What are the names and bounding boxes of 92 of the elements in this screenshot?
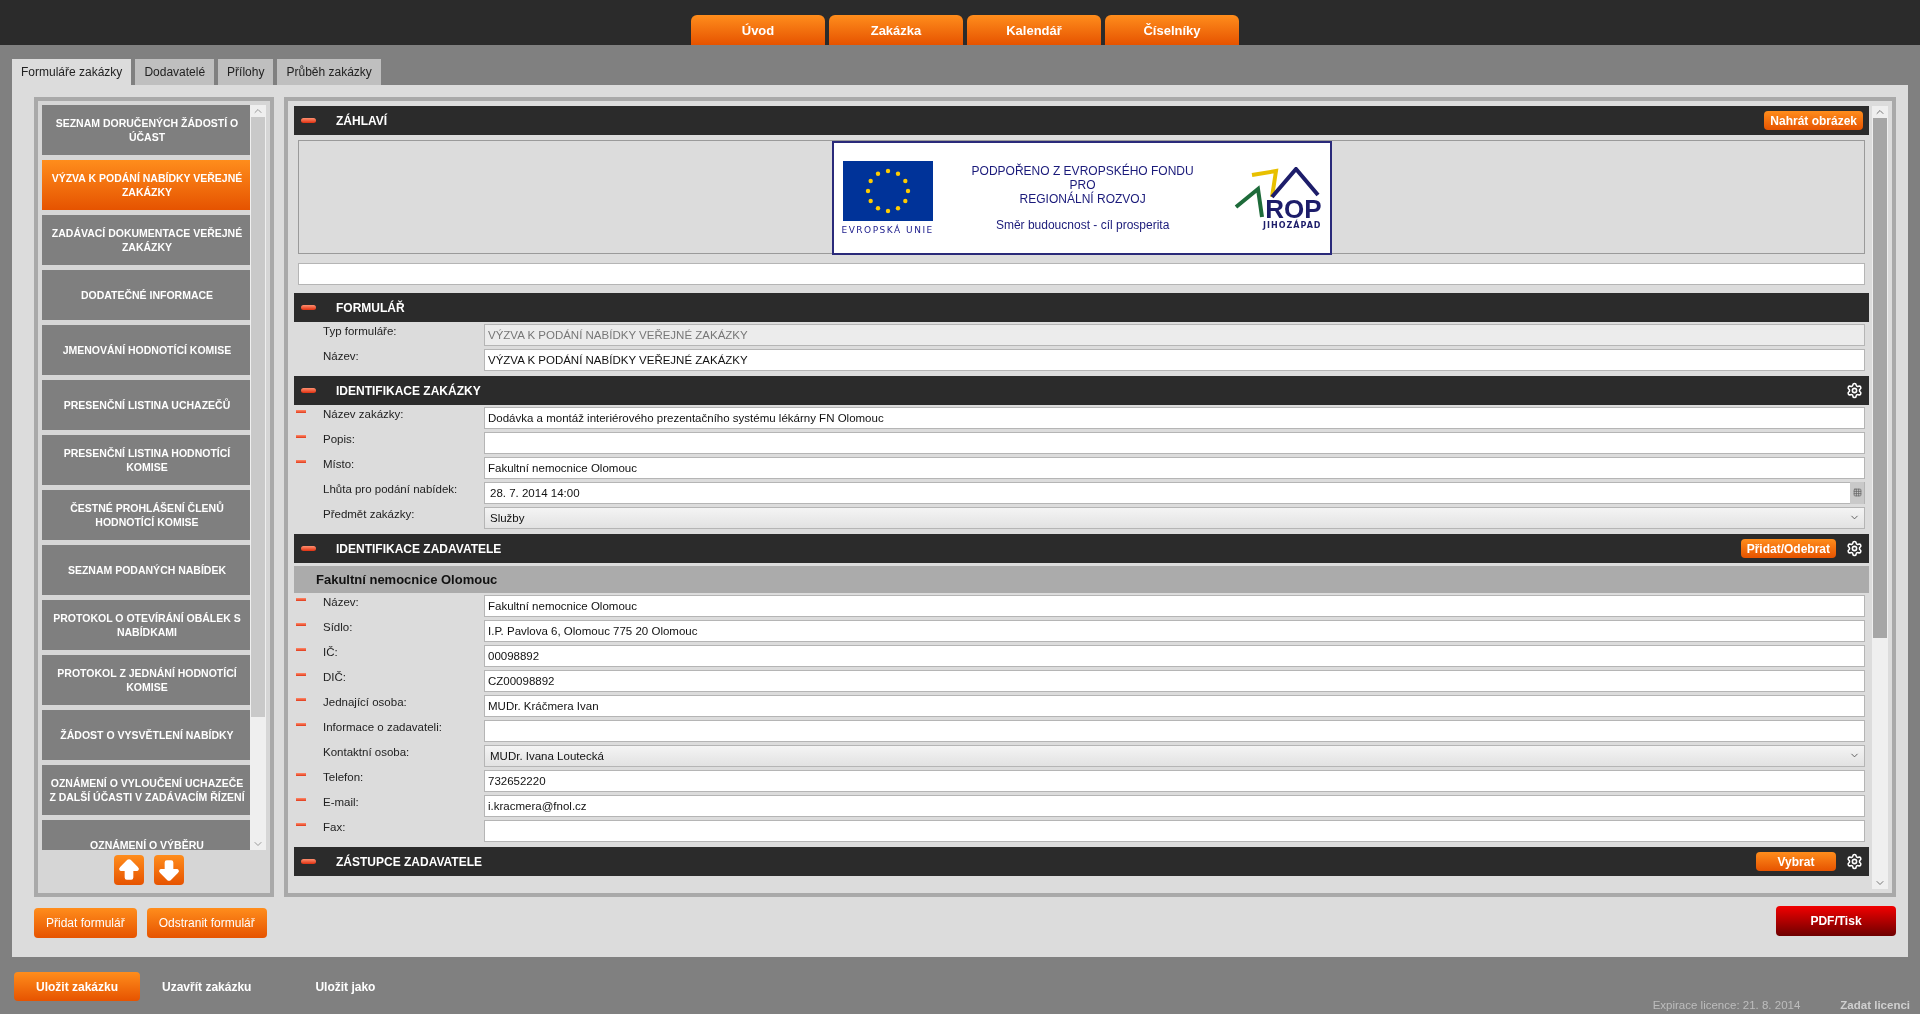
header-button[interactable]: Vybrat (1756, 852, 1836, 871)
nav-button[interactable]: Zakázka (829, 15, 963, 45)
input-field[interactable]: i.kracmera@fnol.cz (484, 794, 1865, 817)
section-title: ZÁSTUPCE ZADAVATELE (336, 854, 483, 869)
subsection-title: Fakultní nemocnice Olomouc (294, 566, 1869, 593)
input-field[interactable]: VÝZVA K PODÁNÍ NABÍDKY VEŘEJNÉ ZAKÁZKY (484, 348, 1865, 371)
input-field[interactable]: MUDr. Kráčmera Ivan (484, 694, 1865, 717)
input-field[interactable]: Fakultní nemocnice Olomouc (484, 456, 1865, 479)
header-button[interactable]: Přidat/Odebrat (1740, 539, 1836, 558)
eu-flag-icon (842, 161, 933, 221)
nav-button[interactable]: Číselníky (1105, 15, 1239, 45)
form-list-item[interactable]: VÝZVA K PODÁNÍ NABÍDKY VEŘEJNÉ ZAKÁZKY (42, 160, 251, 210)
field-label: Název: (323, 596, 360, 608)
form-list-item[interactable]: SEZNAM DORUČENÝCH ŽÁDOSTÍ O ÚČAST (42, 105, 251, 155)
form-list-item[interactable]: SEZNAM PODANÝCH NABÍDEK (42, 545, 251, 595)
field-label: Typ formuláře: (323, 325, 398, 337)
form-list-item[interactable]: ZADÁVACÍ DOKUMENTACE VEŘEJNÉ ZAKÁZKY (42, 215, 251, 265)
enter-license-link[interactable]: Zadat licenci (1840, 999, 1910, 1011)
funding-text: PODPOŘENO Z EVROPSKÉHO FONDU PRO REGIONÁLNÍ ROZVOJ (970, 164, 1195, 206)
minus-icon[interactable] (301, 546, 316, 551)
dropdown-field[interactable]: Služby (484, 506, 1865, 529)
minus-icon[interactable] (301, 388, 316, 393)
field-label: Předmět zakázky: (323, 508, 416, 520)
input-field[interactable] (484, 719, 1865, 742)
minus-icon[interactable] (301, 305, 316, 310)
field-label: Název: (323, 350, 360, 362)
form-button[interactable]: Přidat formulář (34, 908, 137, 938)
section-title: ZÁHLAVÍ (336, 113, 389, 128)
field-label: Popis: (323, 433, 356, 445)
form-list-item[interactable]: DODATEČNÉ INFORMACE (42, 270, 251, 320)
form-list-item[interactable]: JMENOVÁNÍ HODNOTÍCÍ KOMISE (42, 325, 251, 375)
tab[interactable]: Přílohy (218, 59, 274, 85)
settings-icon[interactable] (1846, 540, 1863, 557)
pdf-print-button[interactable]: PDF/Tisk (1776, 906, 1896, 936)
input-field[interactable]: Dodávka a montáž interiérového prezentačního systému lékárny FN Olomouc (484, 406, 1865, 429)
field-label: DIČ: (323, 671, 347, 683)
field-label: Sídlo: (323, 621, 354, 633)
field-label: Telefon: (323, 771, 365, 783)
form-list-item[interactable]: ŽÁDOST O VYSVĚTLENÍ NABÍDKY (42, 710, 251, 760)
calendar-icon[interactable] (1850, 481, 1864, 504)
tab[interactable]: Formuláře zakázky (12, 59, 132, 85)
nav-button[interactable]: Úvod (691, 15, 825, 45)
form-list-item[interactable]: PRESENČNÍ LISTINA UCHAZEČŮ (42, 380, 251, 430)
form-list-item[interactable]: ČESTNÉ PROHLÁŠENÍ ČLENŮ HODNOTÍCÍ KOMISE (42, 490, 251, 540)
field-label: Fax: (323, 821, 347, 833)
input-field[interactable]: 732652220 (484, 769, 1865, 792)
input-field[interactable]: 00098892 (484, 644, 1865, 667)
date-field[interactable]: 28. 7. 2014 14:00 (484, 481, 1865, 504)
input-field[interactable] (484, 819, 1865, 842)
input-field[interactable]: CZ00098892 (484, 669, 1865, 692)
form-list-item[interactable]: OZNÁMENÍ O VÝBĚRU (42, 820, 251, 850)
input-field[interactable]: I.P. Pavlova 6, Olomouc 775 20 Olomouc (484, 619, 1865, 642)
tab[interactable]: Dodavatelé (135, 59, 215, 85)
field-label: Název zakázky: (323, 408, 405, 420)
input-field[interactable] (298, 263, 1865, 285)
form-list-item[interactable]: OZNÁMENÍ O VYLOUČENÍ UCHAZEČE Z DALŠÍ ÚČASTI V ZADÁVACÍM ŘÍZENÍ (42, 765, 251, 815)
field-label: Informace o zadavateli: (323, 721, 443, 733)
field-label: E-mail: (323, 796, 360, 808)
field-label: Kontaktní osoba: (323, 746, 411, 758)
form-list-item[interactable]: PROTOKOL O OTEVÍRÁNÍ OBÁLEK S NABÍDKAMI (42, 600, 251, 650)
field-label: Jednající osoba: (323, 696, 408, 708)
rop-title: ROP (1265, 196, 1322, 221)
tab[interactable]: Průběh zakázky (277, 59, 381, 85)
header-button[interactable]: Nahrát obrázek (1764, 111, 1863, 130)
field-label: Místo: (323, 458, 356, 470)
nav-button[interactable]: Kalendář (967, 15, 1101, 45)
input-field[interactable] (484, 431, 1865, 454)
field-label: Lhůta pro podání nabídek: (323, 483, 459, 495)
field-label: IČ: (323, 646, 339, 658)
slogan-text: Směr budoucnost - cíl prosperita (994, 218, 1171, 232)
form-button[interactable]: Odstranit formulář (146, 908, 267, 938)
section-title: FORMULÁŘ (336, 300, 406, 315)
move-down-button[interactable] (154, 854, 184, 885)
eu-label: EVROPSKÁ UNIE (841, 225, 934, 235)
minus-icon[interactable] (301, 118, 316, 123)
minus-icon[interactable] (301, 859, 316, 864)
section-title: IDENTIFIKACE ZADAVATELE (336, 541, 503, 556)
settings-icon[interactable] (1846, 382, 1863, 399)
dropdown-field[interactable]: MUDr. Ivana Loutecká (484, 744, 1865, 767)
rop-subtitle: JIHOZÁPAD (1263, 220, 1322, 230)
settings-icon[interactable] (1846, 853, 1863, 870)
footer-button[interactable]: Uzavřít zakázku (140, 972, 274, 1001)
form-type-field[interactable]: VÝZVA K PODÁNÍ NABÍDKY VEŘEJNÉ ZAKÁZKY (484, 323, 1865, 346)
section-title: IDENTIFIKACE ZAKÁZKY (336, 383, 482, 398)
form-list-item[interactable]: PRESENČNÍ LISTINA HODNOTÍCÍ KOMISE (42, 435, 251, 485)
move-up-button[interactable] (114, 854, 144, 885)
license-expiry: Expirace licence: 21. 8. 2014 (1652, 999, 1801, 1011)
input-field[interactable]: Fakultní nemocnice Olomouc (484, 594, 1865, 617)
scrollbar[interactable] (1872, 106, 1888, 889)
form-list-item[interactable]: PROTOKOL Z JEDNÁNÍ HODNOTÍCÍ KOMISE (42, 655, 251, 705)
footer-button[interactable]: Uložit zakázku (14, 972, 141, 1001)
footer-button[interactable]: Uložit jako (293, 972, 398, 1001)
